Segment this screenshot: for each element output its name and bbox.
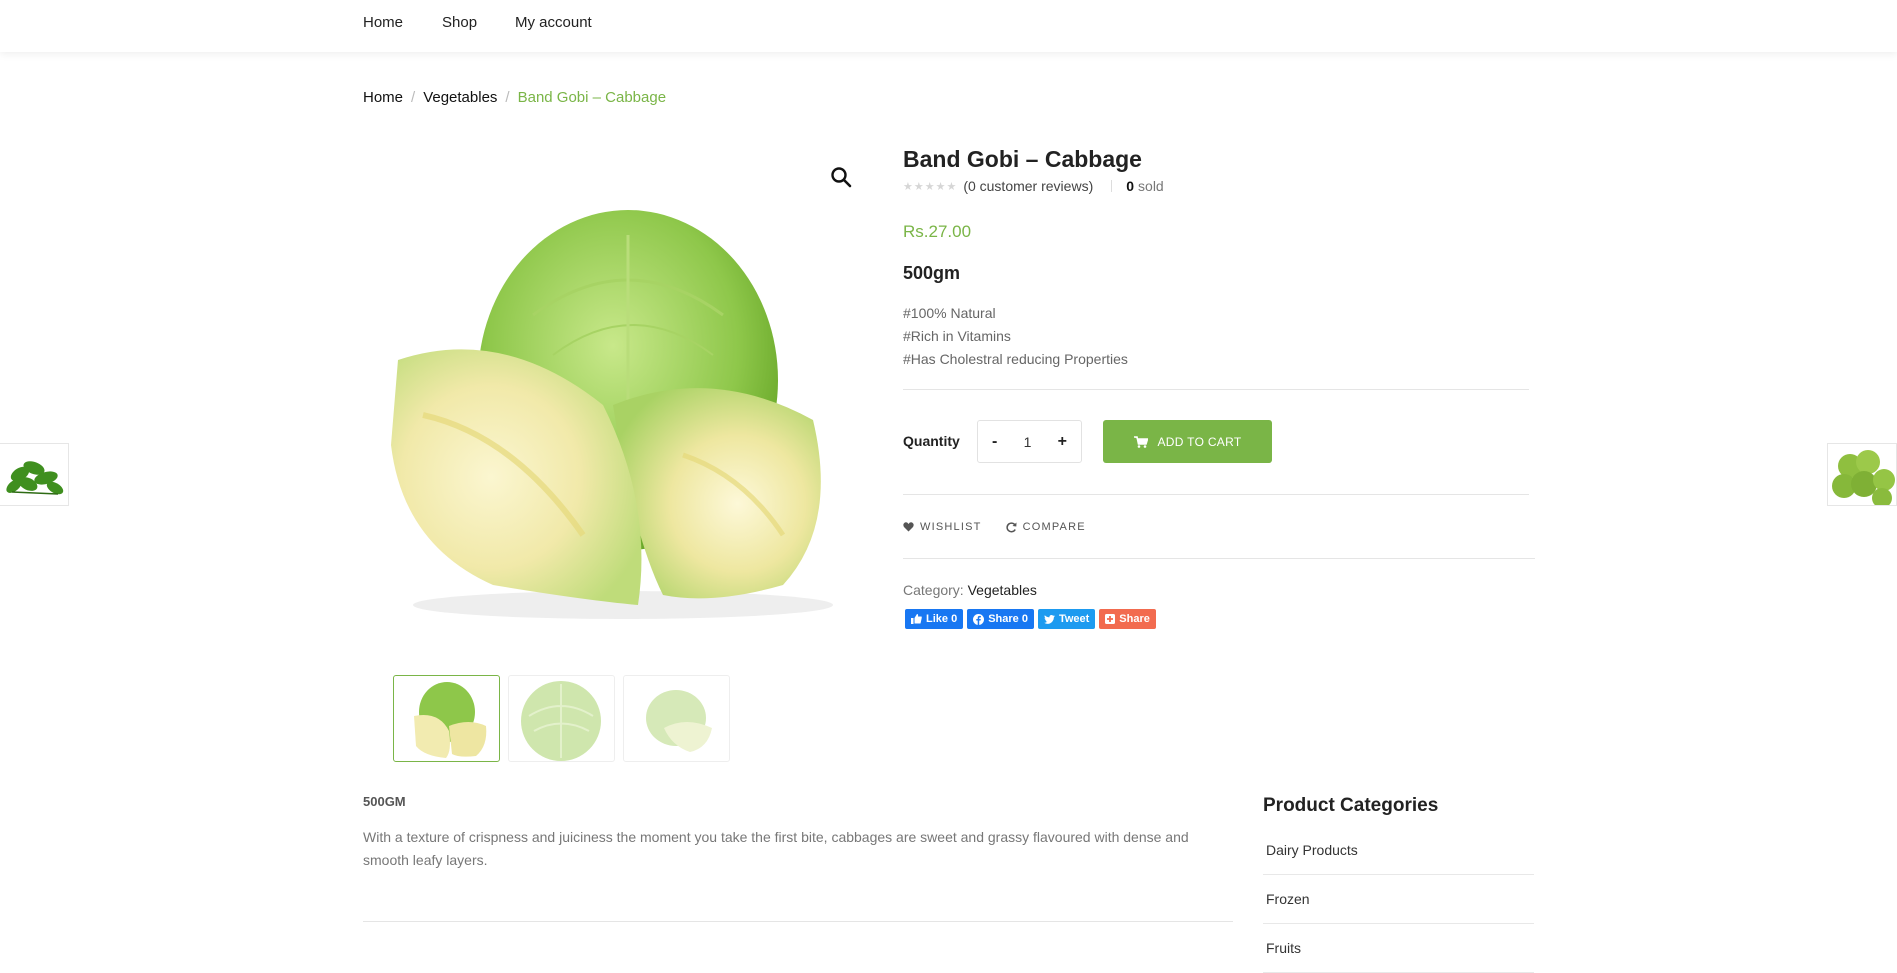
product-weight: 500gm xyxy=(903,263,961,283)
refresh-icon xyxy=(1005,521,1017,532)
description-text: With a texture of crispness and juicines… xyxy=(363,829,1189,868)
compare-button[interactable]: COMPARE xyxy=(1005,521,1086,533)
tweet-button[interactable]: Tweet xyxy=(1037,609,1096,629)
breadcrumb-current: Band Gobi – Cabbage xyxy=(517,89,667,106)
category-item[interactable]: Dairy Products xyxy=(1263,826,1534,875)
share-button[interactable]: Share xyxy=(1099,609,1156,629)
add-to-cart-label: ADD TO CART xyxy=(1157,434,1242,449)
tweet-label: Tweet xyxy=(1058,613,1090,625)
product-title: Band Gobi – Cabbage xyxy=(903,146,1142,172)
quantity-stepper: - 1 + xyxy=(977,420,1082,463)
divider xyxy=(903,494,1529,495)
divider xyxy=(903,389,1529,390)
nav-my-account[interactable]: My account xyxy=(515,14,592,31)
breadcrumb-separator: / xyxy=(505,89,510,106)
product-main-image[interactable] xyxy=(383,205,858,625)
top-navigation: Home Shop My account xyxy=(0,0,1897,52)
category-link[interactable]: Vegetables xyxy=(968,582,1037,598)
gallery-thumbnail-3[interactable] xyxy=(623,675,730,762)
zoom-button[interactable] xyxy=(829,165,853,189)
rating-divider xyxy=(1111,180,1113,192)
quantity-label: Quantity xyxy=(903,433,960,449)
category-item[interactable]: Fruits xyxy=(1263,924,1534,973)
wishlist-button[interactable]: WISHLIST xyxy=(903,521,982,533)
plus-square-icon xyxy=(1105,614,1116,624)
like-label: Like 0 xyxy=(926,613,958,625)
brussels-sprouts-image xyxy=(1832,450,1895,505)
feature-item: #Has Cholestral reducing Properties xyxy=(903,351,1128,367)
category-label: Category: xyxy=(903,582,964,598)
feature-item: #100% Natural xyxy=(903,305,996,321)
heart-icon xyxy=(903,522,914,532)
breadcrumb-separator: / xyxy=(411,89,416,106)
next-product-thumbnail[interactable] xyxy=(1827,443,1897,506)
share-label: Share xyxy=(1119,613,1150,625)
sold-label: sold xyxy=(1138,178,1164,194)
cabbage-image xyxy=(391,210,833,619)
quantity-decrease-button[interactable]: - xyxy=(992,433,997,451)
rating-stars: ★★★★★ xyxy=(903,180,958,193)
breadcrumb-home[interactable]: Home xyxy=(363,89,403,106)
gallery-thumbnail-1[interactable] xyxy=(393,675,500,762)
category-item[interactable]: Frozen xyxy=(1263,875,1534,924)
add-to-cart-button[interactable]: ADD TO CART xyxy=(1103,420,1272,463)
compare-label: COMPARE xyxy=(1022,521,1086,533)
cabbage-half-image xyxy=(646,690,712,752)
reviews-link[interactable]: (0 customer reviews) xyxy=(963,178,1093,194)
previous-product-thumbnail[interactable] xyxy=(0,443,69,506)
quantity-value[interactable]: 1 xyxy=(1024,434,1032,450)
share-count-label: Share 0 xyxy=(988,613,1028,625)
product-categories-heading: Product Categories xyxy=(1263,795,1439,816)
sold-count: 0 xyxy=(1126,178,1135,194)
product-rating: ★★★★★ (0 customer reviews) 0 sold xyxy=(903,178,1164,194)
product-features: #100% Natural #Rich in Vitamins #Has Cho… xyxy=(903,302,1128,371)
wishlist-label: WISHLIST xyxy=(920,521,982,533)
facebook-icon xyxy=(973,613,985,625)
cabbage-thumbnail-image xyxy=(414,682,487,758)
breadcrumb: Home / Vegetables / Band Gobi – Cabbage xyxy=(363,89,666,106)
facebook-like-button[interactable]: Like 0 xyxy=(905,609,964,629)
facebook-share-button[interactable]: Share 0 xyxy=(967,609,1034,629)
product-price: Rs.27.00 xyxy=(903,222,972,241)
twitter-icon xyxy=(1043,614,1055,624)
product-category: Category: Vegetables xyxy=(903,582,1037,598)
breadcrumb-category[interactable]: Vegetables xyxy=(423,89,497,106)
quantity-increase-button[interactable]: + xyxy=(1058,433,1067,451)
product-actions: WISHLIST COMPARE xyxy=(903,521,1110,533)
divider xyxy=(903,558,1535,559)
gallery-thumbnail-2[interactable] xyxy=(508,675,615,762)
description-heading: 500GM xyxy=(363,794,406,809)
feature-item: #Rich in Vitamins xyxy=(903,328,1011,344)
cabbage-whole-image xyxy=(521,681,601,761)
social-share: Like 0 Share 0 Tweet Share xyxy=(905,609,1156,629)
search-icon xyxy=(831,167,852,188)
thumbs-up-icon xyxy=(911,614,922,624)
divider xyxy=(363,921,1233,922)
nav-shop[interactable]: Shop xyxy=(442,14,477,31)
cart-icon xyxy=(1133,435,1148,448)
herb-image xyxy=(6,461,64,495)
product-categories-list: Dairy Products Frozen Fruits xyxy=(1263,826,1534,973)
nav-home[interactable]: Home xyxy=(363,14,403,31)
